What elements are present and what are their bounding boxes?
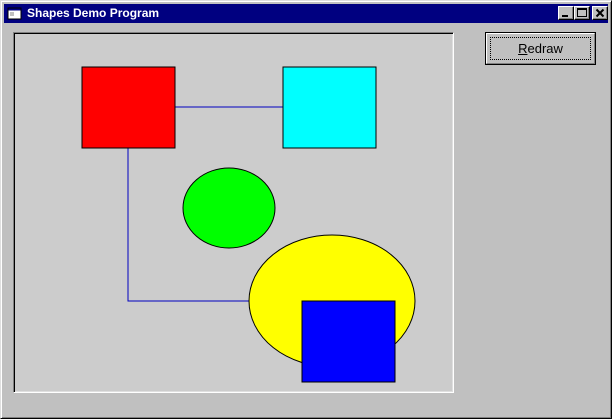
shapes-drawing <box>81 66 416 383</box>
main-window: Shapes Demo Program R edraw <box>0 0 612 419</box>
redraw-button[interactable]: Redraw <box>485 32 596 65</box>
app-window-icon <box>7 7 22 20</box>
redraw-label: Redraw <box>486 33 595 64</box>
green-circle[interactable] <box>182 167 276 249</box>
red-square[interactable] <box>81 66 176 149</box>
close-button[interactable] <box>592 6 608 20</box>
title-bar[interactable]: Shapes Demo Program <box>4 4 608 23</box>
redraw-label-rest: edraw <box>527 41 563 56</box>
maximize-button[interactable] <box>574 6 590 20</box>
drawing-canvas[interactable] <box>13 32 454 393</box>
cyan-square[interactable] <box>282 66 377 149</box>
close-icon <box>595 8 605 18</box>
minimize-button[interactable] <box>558 6 574 20</box>
window-title: Shapes Demo Program <box>27 6 160 20</box>
redraw-mnemonic: R <box>518 41 528 56</box>
blue-square[interactable] <box>301 300 396 383</box>
minimize-icon <box>562 15 568 17</box>
maximize-icon <box>577 8 587 17</box>
